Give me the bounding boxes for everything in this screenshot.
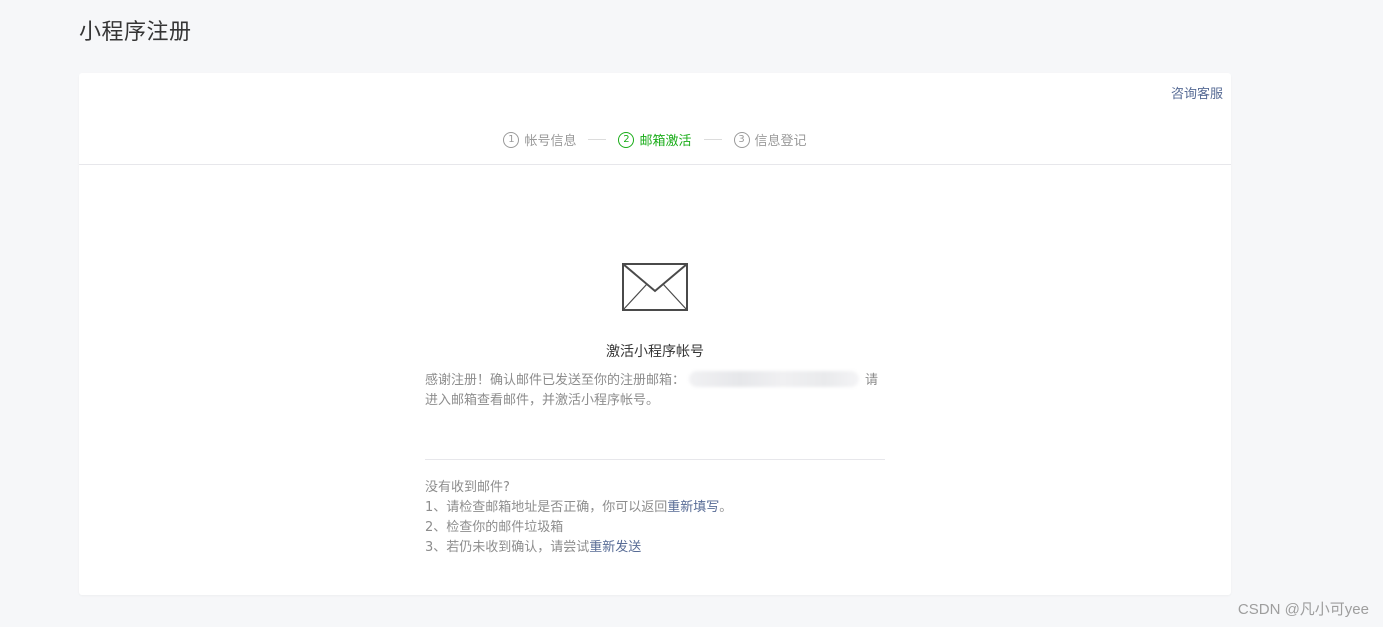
step-email-activation: 2 邮箱激活 (618, 130, 692, 149)
desc-text-part1: 感谢注册！确认邮件已发送至你的注册邮箱： (425, 373, 686, 388)
step-info-registration: 3 信息登记 (733, 130, 807, 149)
step-indicator: 1 帐号信息 2 邮箱激活 3 信息登记 (79, 130, 1231, 149)
step-label: 帐号信息 (524, 134, 577, 149)
card-header: 咨询客服 1 帐号信息 2 邮箱激活 3 信息登记 (79, 73, 1231, 165)
tip-text: 3、若仍未收到确认，请尝试 (425, 540, 590, 555)
page-title: 小程序注册 (79, 20, 192, 45)
section-divider (425, 459, 885, 460)
step-number-2: 2 (618, 131, 635, 148)
activation-heading: 激活小程序帐号 (606, 344, 704, 360)
customer-service-link[interactable]: 咨询客服 (1171, 83, 1223, 102)
step-label: 信息登记 (754, 134, 807, 149)
resend-email-link[interactable]: 重新发送 (589, 540, 641, 555)
step-label: 邮箱激活 (639, 134, 692, 149)
activation-description: 感谢注册！确认邮件已发送至你的注册邮箱： 请进入邮箱查看邮件，并激活小程序帐号。 (425, 371, 885, 411)
step-number-3: 3 (733, 131, 750, 148)
tip-end: 。 (719, 500, 733, 515)
step-number-1: 1 (503, 131, 520, 148)
tips-title: 没有收到邮件? (425, 480, 510, 495)
tip-line-2: 2、检查你的邮件垃圾箱 (425, 520, 564, 535)
refill-email-link[interactable]: 重新填写 (667, 500, 719, 515)
redacted-email (689, 371, 860, 387)
step-separator (588, 139, 607, 140)
troubleshooting-tips: 没有收到邮件? 1、请检查邮箱地址是否正确，你可以返回重新填写。 2、检查你的邮… (425, 478, 885, 558)
registration-card: 咨询客服 1 帐号信息 2 邮箱激活 3 信息登记 激活小程序帐号 感谢注册！确… (79, 73, 1231, 595)
tip-line-1: 1、请检查邮箱地址是否正确，你可以返回重新填写。 (425, 498, 885, 518)
step-account-info: 1 帐号信息 (503, 130, 576, 149)
watermark: CSDN @凡小可yee (1237, 601, 1369, 618)
tip-line-3: 3、若仍未收到确认，请尝试重新发送 (425, 538, 885, 558)
step-separator (703, 139, 722, 140)
mail-icon (622, 263, 688, 311)
tip-text: 1、请检查邮箱地址是否正确，你可以返回 (425, 500, 668, 515)
